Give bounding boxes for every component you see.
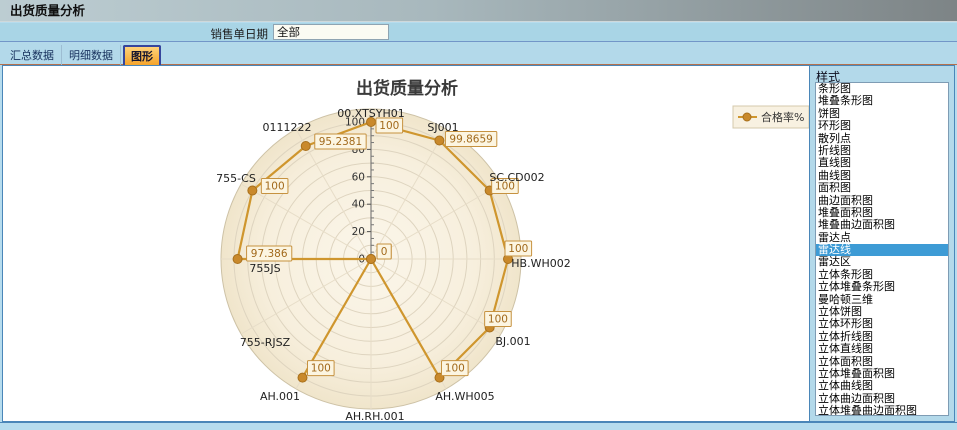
category-label: 00.XTSYH01	[337, 107, 405, 120]
chart-title: 出货质量分析	[356, 78, 458, 99]
filter-bar: 销售单日期	[0, 23, 957, 41]
value-label: 0	[381, 246, 388, 258]
legend-label: 合格率%	[761, 110, 804, 124]
value-label: 99.8659	[449, 134, 492, 146]
value-label: 100	[488, 314, 508, 326]
axis-tick-label: 60	[352, 171, 365, 183]
category-label: 755-CS	[216, 172, 256, 185]
category-label: SJ001	[427, 121, 458, 134]
category-label: AH.WH005	[435, 390, 494, 403]
category-label: 755JS	[249, 262, 280, 275]
data-point	[435, 136, 444, 145]
value-label: 100	[311, 363, 331, 375]
data-point	[298, 373, 307, 382]
tab-bar: 汇总数据明细数据图形	[0, 41, 957, 65]
style-option[interactable]: 立体直线图	[816, 343, 948, 355]
category-label: AH.001	[260, 390, 300, 403]
style-option[interactable]: 堆叠条形图	[816, 95, 948, 107]
value-label: 100	[379, 120, 399, 132]
axis-tick-label: 40	[352, 199, 365, 211]
value-label: 100	[508, 243, 528, 255]
value-label: 95.2381	[319, 136, 362, 148]
data-point	[233, 255, 242, 264]
style-listbox[interactable]: 条形图堆叠条形图饼图环形图散列点折线图直线图曲线图面积图曲边面积图堆叠面积图堆叠…	[815, 82, 949, 416]
style-option[interactable]: 直线图	[816, 157, 948, 169]
data-point	[248, 186, 257, 195]
window-title: 出货质量分析	[0, 0, 957, 22]
status-bar	[0, 422, 957, 430]
date-filter-input[interactable]	[273, 24, 389, 40]
data-point	[367, 255, 376, 264]
category-label: 755-RJSZ	[240, 336, 291, 349]
legend-point-icon	[743, 113, 751, 121]
style-option[interactable]: 环形图	[816, 120, 948, 132]
category-label: HB.WH002	[511, 257, 570, 270]
category-label: BJ.001	[495, 335, 530, 348]
style-option[interactable]: 堆叠曲边面积图	[816, 219, 948, 231]
value-label: 100	[265, 181, 285, 193]
style-option[interactable]: 雷达区	[816, 256, 948, 268]
style-option[interactable]: 面积图	[816, 182, 948, 194]
main-panel: 02040608010010099.8659100100100100010009…	[2, 65, 955, 422]
axis-tick-label: 20	[352, 226, 365, 238]
style-option[interactable]: 立体堆叠条形图	[816, 281, 948, 293]
tab-summary-data[interactable]: 汇总数据	[3, 45, 62, 66]
style-option[interactable]: 立体环形图	[816, 318, 948, 330]
value-label: 97.386	[251, 248, 288, 260]
category-label: 0111222	[263, 121, 312, 134]
tab-detail-data[interactable]: 明细数据	[62, 45, 121, 66]
style-option[interactable]: 立体堆叠曲边面积图	[816, 405, 948, 416]
style-option[interactable]: 立体曲线图	[816, 380, 948, 392]
date-filter-label: 销售单日期	[160, 26, 268, 42]
radar-chart: 02040608010010099.8659100100100100010009…	[3, 66, 811, 423]
style-sidebar: 样式 条形图堆叠条形图饼图环形图散列点折线图直线图曲线图面积图曲边面积图堆叠面积…	[809, 66, 954, 421]
category-label: SC.CD002	[489, 171, 544, 184]
chart-panel: 02040608010010099.8659100100100100010009…	[3, 66, 809, 421]
data-point	[301, 142, 310, 151]
value-label: 100	[445, 363, 465, 375]
